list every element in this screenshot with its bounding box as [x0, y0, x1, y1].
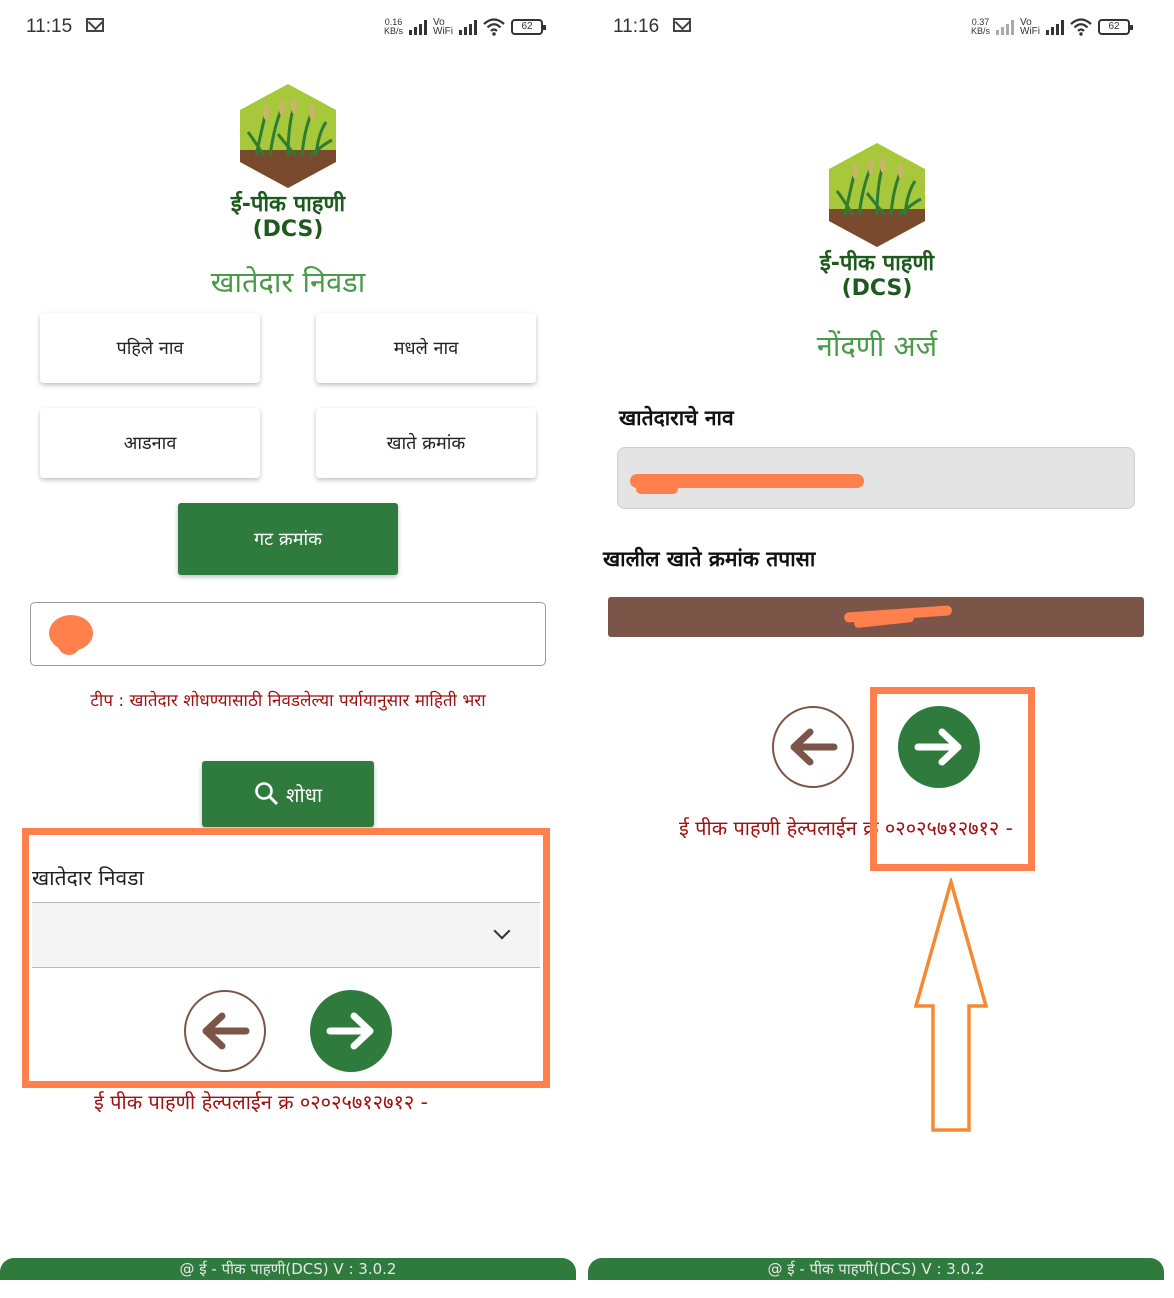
mail-icon [673, 18, 691, 32]
account-holder-name-label: खातेदाराचे नाव [619, 406, 734, 430]
wifi-icon [483, 18, 505, 36]
page-title: नोंदणी अर्ज [816, 329, 938, 363]
hint-text: टीप : खातेदार शोधण्यासाठी निवडलेल्या पर्… [90, 691, 486, 711]
arrow-left-icon [790, 728, 838, 766]
account-number-bar [608, 597, 1144, 637]
gat-number-button[interactable]: गट क्रमांक [178, 503, 398, 575]
footer-version: @ ई - पीक पाहणी(DCS) V : 3.0.2 [588, 1258, 1164, 1280]
account-number-label: खालील खाते क्रमांक तपासा [603, 547, 816, 571]
search-icon [255, 782, 278, 806]
status-bar: 11:15 0.16 KB/s Vo WiFi 62 [0, 14, 587, 44]
wifi-icon [1070, 18, 1092, 36]
pointer-arrow-icon [913, 878, 989, 1132]
account-number-button[interactable]: खाते क्रमांक [316, 408, 536, 478]
highlight-box [22, 828, 550, 1088]
battery-icon: 62 [511, 19, 546, 35]
right-screen: 11:16 0.37 KB/s Vo WiFi 62 ई-पीक पाहणी (… [587, 0, 1174, 1298]
first-name-button[interactable]: पहिले नाव [40, 313, 260, 383]
app-name: ई-पीक पाहणी (DCS) [230, 192, 346, 242]
search-button[interactable]: शोधा [202, 761, 374, 827]
account-holder-name-field [617, 447, 1135, 509]
app-name: ई-पीक पाहणी (DCS) [819, 251, 935, 301]
back-button[interactable] [772, 706, 854, 788]
footer-version: @ ई - पीक पाहणी(DCS) V : 3.0.2 [0, 1258, 576, 1280]
battery-icon: 62 [1098, 19, 1133, 35]
signal-icon [409, 19, 427, 35]
signal-icon-2 [459, 19, 477, 35]
network-speed: 0.37 KB/s [970, 17, 990, 36]
vowifi-label: Vo WiFi [1020, 17, 1040, 37]
redaction-mark [636, 484, 678, 494]
left-screen: 11:15 0.16 KB/s Vo WiFi 62 ई-पीक पाहणी (… [0, 0, 587, 1298]
page-title: खातेदार निवडा [210, 265, 366, 299]
redaction-mark [57, 629, 81, 655]
signal-icon [996, 19, 1014, 35]
app-logo [240, 84, 336, 188]
vowifi-label: Vo WiFi [433, 17, 453, 37]
highlight-box [870, 687, 1035, 871]
helpline-text: ई पीक पाहणी हेल्पलाईन क्र ०२०२५७१२७१२ - [94, 1090, 428, 1114]
status-time: 11:16 [613, 16, 660, 37]
mail-icon [86, 18, 104, 32]
status-bar: 11:16 0.37 KB/s Vo WiFi 62 [587, 14, 1174, 44]
network-speed: 0.16 KB/s [383, 17, 403, 36]
surname-button[interactable]: आडनाव [40, 408, 260, 478]
status-time: 11:15 [26, 16, 73, 37]
middle-name-button[interactable]: मधले नाव [316, 313, 536, 383]
signal-icon-2 [1046, 19, 1064, 35]
app-logo [829, 143, 925, 247]
search-input[interactable] [30, 602, 546, 666]
